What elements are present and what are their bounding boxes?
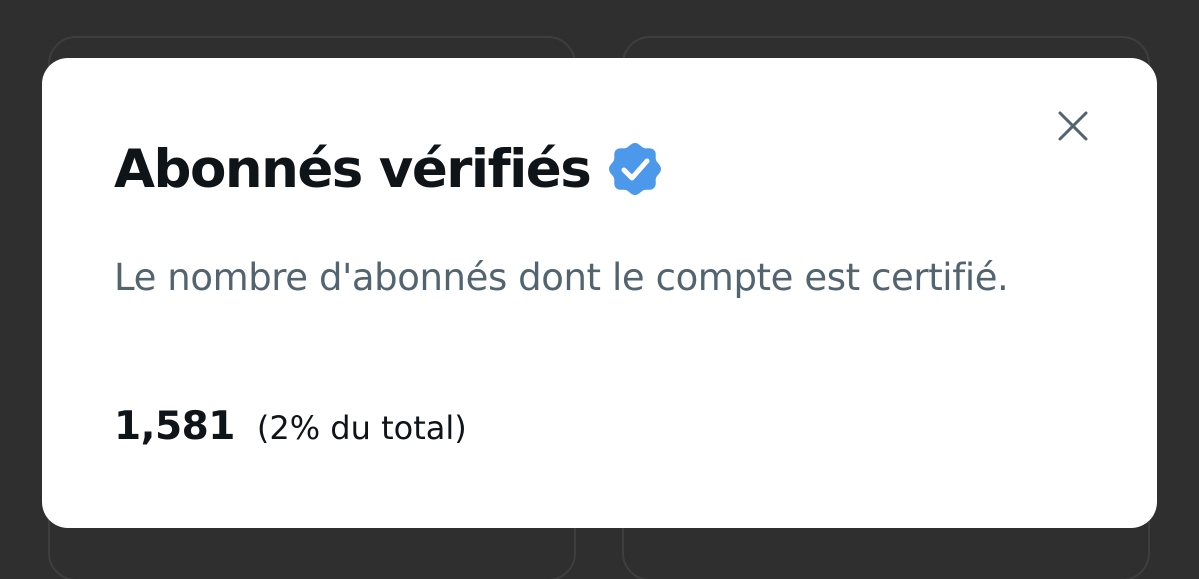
dialog-title: Abonnés vérifiés	[114, 138, 592, 200]
verified-followers-stat: 1,581 (2% du total)	[114, 404, 467, 449]
stat-share: (2% du total)	[256, 409, 467, 447]
stat-value: 1,581	[114, 404, 235, 449]
dialog-description: Le nombre d'abonnés dont le compte est c…	[114, 256, 1009, 299]
verified-followers-dialog: Abonnés vérifiés Le nombre d'abonnés don…	[42, 58, 1157, 528]
verified-badge-icon	[606, 140, 664, 198]
dialog-header: Abonnés vérifiés	[114, 134, 664, 204]
screen: Abonnés vérifiés Le nombre d'abonnés don…	[0, 0, 1199, 579]
close-icon	[1058, 111, 1088, 141]
close-button[interactable]	[1043, 96, 1103, 156]
